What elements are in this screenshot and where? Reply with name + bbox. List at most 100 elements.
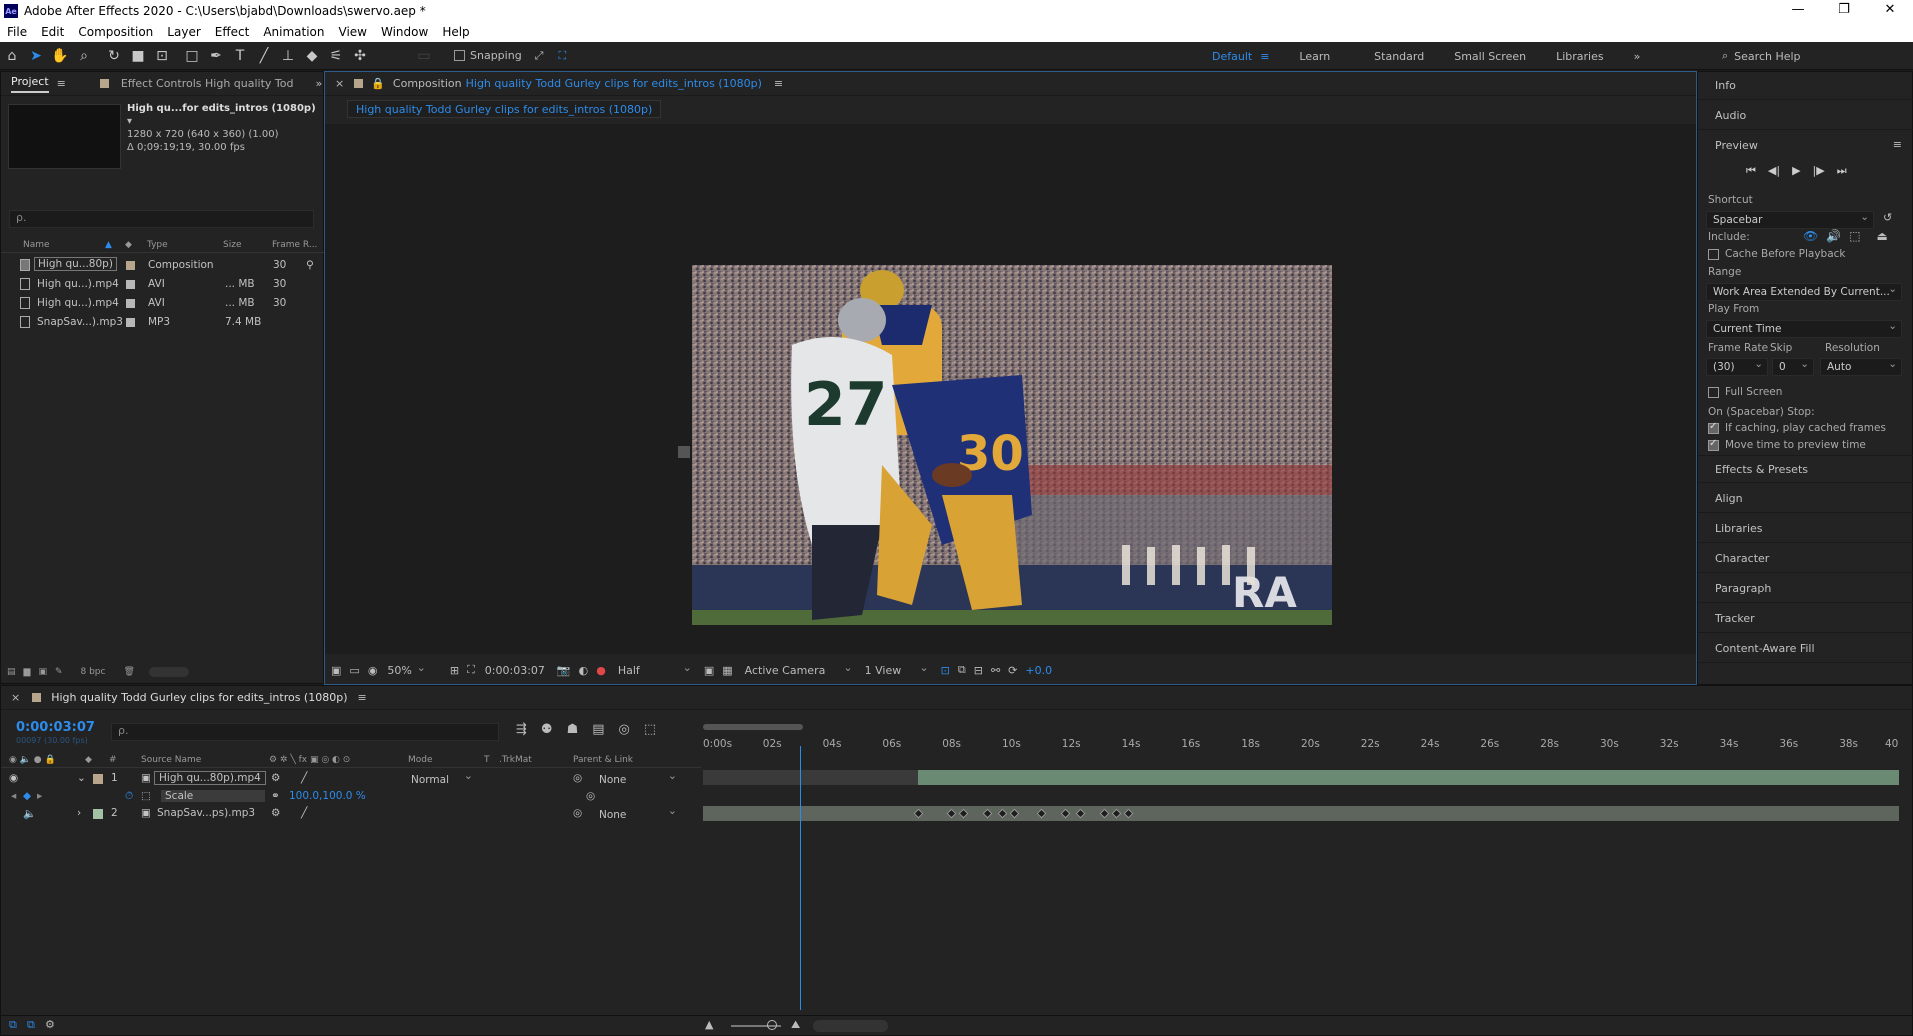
- zoom-dropdown[interactable]: 50%: [387, 661, 426, 677]
- exposure-value[interactable]: +0.0: [1025, 664, 1052, 677]
- resolution-dropdown[interactable]: Half: [618, 661, 692, 677]
- project-row[interactable]: High qu...80p) Composition 30 ⚲: [1, 256, 325, 275]
- label-color-swatch[interactable]: [126, 318, 135, 327]
- move-time-option[interactable]: Move time to preview time: [1708, 438, 1866, 451]
- time-ruler[interactable]: 0:00s 02s 04s 06s 08s 10s 12s 14s 16s 18s 20s 22s 24…: [703, 724, 1899, 770]
- layer-row[interactable]: ◉ ⌄ 1 ▣ High qu...80p).mp4 ⚙ ╱ Normal ◎ …: [1, 769, 701, 787]
- brush-tool-icon[interactable]: ╱: [252, 44, 276, 68]
- paragraph-panel-header[interactable]: Paragraph: [1698, 575, 1913, 603]
- chevron-down-icon[interactable]: ▾: [127, 116, 132, 127]
- col-mode[interactable]: Mode: [408, 755, 433, 765]
- layer-label-swatch[interactable]: [93, 809, 103, 819]
- comp-viewer[interactable]: RA 27 30: [325, 124, 1696, 654]
- workspace-standard[interactable]: Standard: [1374, 50, 1424, 63]
- col-trkmat[interactable]: .TrkMat: [499, 755, 532, 765]
- mask-visibility-icon[interactable]: ◉: [368, 664, 378, 677]
- fast-previews-icon[interactable]: ⧉: [958, 663, 966, 677]
- draft-3d-icon[interactable]: ⚉: [541, 722, 553, 737]
- audio-icon[interactable]: 🔈: [23, 807, 36, 820]
- comp-breadcrumb[interactable]: High quality Todd Gurley clips for edits…: [347, 100, 662, 118]
- type-tool-icon[interactable]: T: [228, 44, 252, 68]
- layer-label-swatch[interactable]: [93, 774, 103, 784]
- info-panel-header[interactable]: Info: [1698, 72, 1913, 100]
- timeline-menu-icon[interactable]: ≡: [358, 691, 367, 704]
- last-frame-icon[interactable]: ⏭: [1837, 164, 1847, 178]
- play-from-select[interactable]: Current Time: [1706, 320, 1902, 338]
- pan-behind-tool-icon[interactable]: ⊡: [150, 44, 174, 68]
- if-caching-option[interactable]: If caching, play cached frames: [1708, 421, 1886, 434]
- col-parent[interactable]: Parent & Link: [573, 755, 633, 765]
- external-monitor-icon[interactable]: ⏏: [1877, 229, 1888, 243]
- chevron-down-icon[interactable]: ⌄: [77, 772, 86, 784]
- eraser-tool-icon[interactable]: ◆: [300, 44, 324, 68]
- col-source-name[interactable]: Source Name: [141, 755, 201, 765]
- tab-composition[interactable]: High quality Todd Gurley clips for edits…: [466, 77, 762, 90]
- toggle-pixel-aspect-icon[interactable]: ⊡: [941, 664, 950, 677]
- new-composition-icon[interactable]: ▣: [38, 667, 47, 677]
- label-col-icon[interactable]: ◆: [125, 240, 132, 250]
- frame-rate-select[interactable]: (30): [1706, 358, 1768, 376]
- play-icon[interactable]: ▶: [1792, 164, 1800, 178]
- quality-icon[interactable]: ╱: [301, 807, 307, 819]
- workspace-default[interactable]: Default: [1212, 50, 1252, 63]
- zoom-tool-icon[interactable]: ⌕: [72, 44, 96, 68]
- panel-overflow-icon[interactable]: »: [315, 77, 322, 90]
- workspace-libraries[interactable]: Libraries: [1556, 50, 1604, 63]
- project-search-input[interactable]: ρ.: [9, 210, 314, 228]
- work-area-bar[interactable]: [703, 724, 803, 730]
- property-name[interactable]: Scale: [161, 790, 265, 802]
- project-item-name[interactable]: High qu...80p): [34, 257, 117, 271]
- menu-composition[interactable]: Composition: [71, 25, 160, 39]
- view-layout-dropdown[interactable]: 1 View: [865, 661, 929, 677]
- audio-include-icon[interactable]: 🔊: [1826, 229, 1841, 243]
- preview-panel-header[interactable]: Preview: [1698, 132, 1913, 160]
- comp-timecode[interactable]: 0:00:03:07: [485, 664, 545, 677]
- new-folder-icon[interactable]: ▆: [24, 667, 31, 677]
- current-time-indicator[interactable]: [799, 746, 801, 1010]
- show-snapshot-icon[interactable]: ◐: [579, 664, 589, 677]
- shy-layers-icon[interactable]: ☗: [567, 722, 579, 737]
- home-icon[interactable]: ⌂: [0, 44, 24, 68]
- zoom-out-icon[interactable]: ▲: [705, 1018, 713, 1031]
- chevron-right-icon[interactable]: ›: [77, 807, 81, 819]
- close-tab-icon[interactable]: ×: [335, 77, 344, 90]
- flowchart-view-icon[interactable]: ⚯: [991, 664, 1000, 677]
- region-icon[interactable]: ▣: [704, 664, 714, 677]
- eye-icon[interactable]: ◉: [9, 772, 18, 784]
- menu-view[interactable]: View: [332, 25, 374, 39]
- skip-select[interactable]: 0: [1772, 358, 1814, 376]
- shortcut-select[interactable]: Spacebar: [1706, 211, 1874, 229]
- layer-switches-icons[interactable]: ⚙ ✲ ╲ fx ▣ ◎ ◐ ⊙: [269, 755, 350, 765]
- layer-name[interactable]: High qu...80p).mp4: [154, 771, 266, 785]
- layer-name[interactable]: SnapSav...ps).mp3: [157, 807, 255, 819]
- snap-extend-icon[interactable]: ⛶: [558, 49, 566, 63]
- graph-editor-icon[interactable]: ⬚: [644, 722, 656, 737]
- col-frame-rate[interactable]: Frame R...: [272, 240, 317, 250]
- overlays-include-icon[interactable]: ⬚: [1849, 229, 1860, 243]
- project-row[interactable]: SnapSav...).mp3 MP3 7.4 MB: [1, 313, 325, 332]
- timeline-search-input[interactable]: ρ.: [111, 723, 499, 741]
- menu-effect[interactable]: Effect: [208, 25, 257, 39]
- interpret-footage-icon[interactable]: ▤: [7, 667, 16, 677]
- reset-icon[interactable]: ↺: [1883, 211, 1892, 224]
- always-preview-icon[interactable]: ▣: [331, 664, 341, 677]
- zoom-slider-thumb[interactable]: [767, 1020, 777, 1030]
- previous-frame-icon[interactable]: ◀|: [1768, 164, 1780, 178]
- close-tab-icon[interactable]: ×: [11, 691, 20, 704]
- align-panel-header[interactable]: Align: [1698, 485, 1913, 513]
- menu-animation[interactable]: Animation: [256, 25, 331, 39]
- close-button[interactable]: ✕: [1867, 0, 1913, 22]
- project-item-name[interactable]: High qu...).mp4: [37, 278, 119, 290]
- expand-transfer-controls-icon[interactable]: ⧉: [27, 1018, 35, 1032]
- local-axis-icon[interactable]: ▭: [412, 44, 436, 68]
- content-aware-fill-panel-header[interactable]: Content-Aware Fill: [1698, 635, 1913, 663]
- tab-effect-controls[interactable]: Effect Controls High quality Tod: [121, 77, 294, 90]
- transparency-grid-icon[interactable]: ▦: [722, 664, 732, 677]
- menu-help[interactable]: Help: [435, 25, 476, 39]
- workspace-small-screen[interactable]: Small Screen: [1454, 50, 1526, 63]
- preview-menu-icon[interactable]: ≡: [1893, 138, 1902, 151]
- adjust-settings-icon[interactable]: ✎: [55, 667, 63, 677]
- property-row[interactable]: ◂ ◆ ▸ ⏱ ⬚ Scale ⚭ 100.0,100.0 % ◎: [1, 788, 701, 805]
- roto-brush-tool-icon[interactable]: ⚟: [324, 44, 348, 68]
- pick-whip-icon[interactable]: ◎: [573, 807, 582, 819]
